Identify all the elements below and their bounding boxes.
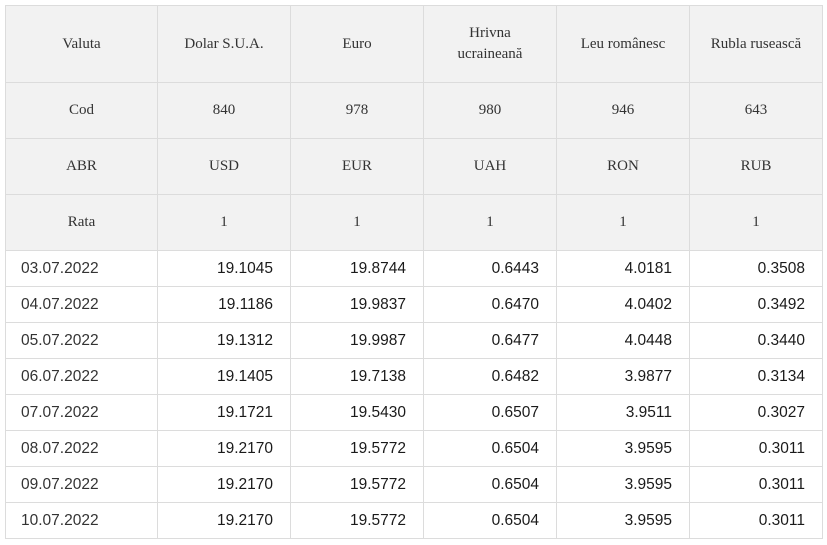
rate-multiplier-usd: 1 xyxy=(157,194,291,251)
rate-uah: 0.6477 xyxy=(423,322,557,359)
rate-rub: 0.3011 xyxy=(689,466,823,503)
table-row: 07.07.2022 19.1721 19.5430 0.6507 3.9511… xyxy=(5,394,823,431)
row-date: 08.07.2022 xyxy=(5,430,158,467)
rate-eur: 19.5430 xyxy=(290,394,424,431)
rate-eur: 19.8744 xyxy=(290,250,424,287)
row-date: 03.07.2022 xyxy=(5,250,158,287)
rate-uah: 0.6443 xyxy=(423,250,557,287)
currency-abbr-ron: RON xyxy=(556,138,690,195)
currency-code-row: Cod 840 978 980 946 643 xyxy=(5,82,823,139)
rate-multiplier-rub: 1 xyxy=(689,194,823,251)
rate-ron: 4.0181 xyxy=(556,250,690,287)
rate-eur: 19.9837 xyxy=(290,286,424,323)
rate-ron: 3.9511 xyxy=(556,394,690,431)
rate-rub: 0.3492 xyxy=(689,286,823,323)
currency-code-uah: 980 xyxy=(423,82,557,139)
rate-rub: 0.3011 xyxy=(689,502,823,539)
table-row: 09.07.2022 19.2170 19.5772 0.6504 3.9595… xyxy=(5,466,823,503)
currency-abbr-eur: EUR xyxy=(290,138,424,195)
rate-ron: 4.0448 xyxy=(556,322,690,359)
currency-code-eur: 978 xyxy=(290,82,424,139)
rate-ron: 3.9595 xyxy=(556,502,690,539)
rate-uah: 0.6504 xyxy=(423,430,557,467)
rate-usd: 19.1721 xyxy=(157,394,291,431)
rate-eur: 19.9987 xyxy=(290,322,424,359)
row-date: 04.07.2022 xyxy=(5,286,158,323)
rate-uah: 0.6504 xyxy=(423,466,557,503)
rate-ron: 3.9595 xyxy=(556,430,690,467)
cod-label: Cod xyxy=(5,82,158,139)
rate-usd: 19.2170 xyxy=(157,502,291,539)
currency-name-eur: Euro xyxy=(290,5,424,83)
row-date: 10.07.2022 xyxy=(5,502,158,539)
rata-label: Rata xyxy=(5,194,158,251)
rate-usd: 19.1186 xyxy=(157,286,291,323)
rate-rub: 0.3440 xyxy=(689,322,823,359)
rate-uah: 0.6482 xyxy=(423,358,557,395)
table-body: Valuta Dolar S.U.A. Euro Hrivna ucrainea… xyxy=(5,5,823,539)
valuta-label: Valuta xyxy=(5,5,158,83)
exchange-rate-table: Valuta Dolar S.U.A. Euro Hrivna ucrainea… xyxy=(5,5,823,539)
abr-label: ABR xyxy=(5,138,158,195)
rate-uah: 0.6470 xyxy=(423,286,557,323)
rate-multiplier-ron: 1 xyxy=(556,194,690,251)
currency-name-ron: Leu românesc xyxy=(556,5,690,83)
rate-ron: 3.9877 xyxy=(556,358,690,395)
rate-ron: 4.0402 xyxy=(556,286,690,323)
row-date: 09.07.2022 xyxy=(5,466,158,503)
rate-multiplier-uah: 1 xyxy=(423,194,557,251)
exchange-rate-table-container: Valuta Dolar S.U.A. Euro Hrivna ucrainea… xyxy=(5,5,823,539)
table-row: 10.07.2022 19.2170 19.5772 0.6504 3.9595… xyxy=(5,502,823,539)
rate-uah: 0.6504 xyxy=(423,502,557,539)
rate-usd: 19.1045 xyxy=(157,250,291,287)
currency-name-rub: Rubla rusească xyxy=(689,5,823,83)
currency-name-uah: Hrivna ucraineană xyxy=(423,5,557,83)
rate-multiplier-row: Rata 1 1 1 1 1 xyxy=(5,194,823,251)
rate-multiplier-eur: 1 xyxy=(290,194,424,251)
rate-usd: 19.2170 xyxy=(157,430,291,467)
currency-abbr-uah: UAH xyxy=(423,138,557,195)
currency-abbreviation-row: ABR USD EUR UAH RON RUB xyxy=(5,138,823,195)
row-date: 07.07.2022 xyxy=(5,394,158,431)
currency-name-row: Valuta Dolar S.U.A. Euro Hrivna ucrainea… xyxy=(5,5,823,83)
currency-code-ron: 946 xyxy=(556,82,690,139)
rate-eur: 19.5772 xyxy=(290,502,424,539)
rate-eur: 19.7138 xyxy=(290,358,424,395)
rate-rub: 0.3011 xyxy=(689,430,823,467)
table-row: 06.07.2022 19.1405 19.7138 0.6482 3.9877… xyxy=(5,358,823,395)
rate-rub: 0.3134 xyxy=(689,358,823,395)
rate-usd: 19.2170 xyxy=(157,466,291,503)
table-row: 04.07.2022 19.1186 19.9837 0.6470 4.0402… xyxy=(5,286,823,323)
row-date: 05.07.2022 xyxy=(5,322,158,359)
currency-code-rub: 643 xyxy=(689,82,823,139)
rate-rub: 0.3027 xyxy=(689,394,823,431)
table-row: 05.07.2022 19.1312 19.9987 0.6477 4.0448… xyxy=(5,322,823,359)
rate-uah: 0.6507 xyxy=(423,394,557,431)
row-date: 06.07.2022 xyxy=(5,358,158,395)
currency-abbr-usd: USD xyxy=(157,138,291,195)
rate-eur: 19.5772 xyxy=(290,466,424,503)
rate-rub: 0.3508 xyxy=(689,250,823,287)
rate-eur: 19.5772 xyxy=(290,430,424,467)
table-row: 03.07.2022 19.1045 19.8744 0.6443 4.0181… xyxy=(5,250,823,287)
currency-abbr-rub: RUB xyxy=(689,138,823,195)
rate-usd: 19.1405 xyxy=(157,358,291,395)
rate-usd: 19.1312 xyxy=(157,322,291,359)
currency-name-usd: Dolar S.U.A. xyxy=(157,5,291,83)
currency-code-usd: 840 xyxy=(157,82,291,139)
currency-name-uah-text: Hrivna ucraineană xyxy=(457,25,523,62)
rate-ron: 3.9595 xyxy=(556,466,690,503)
table-row: 08.07.2022 19.2170 19.5772 0.6504 3.9595… xyxy=(5,430,823,467)
